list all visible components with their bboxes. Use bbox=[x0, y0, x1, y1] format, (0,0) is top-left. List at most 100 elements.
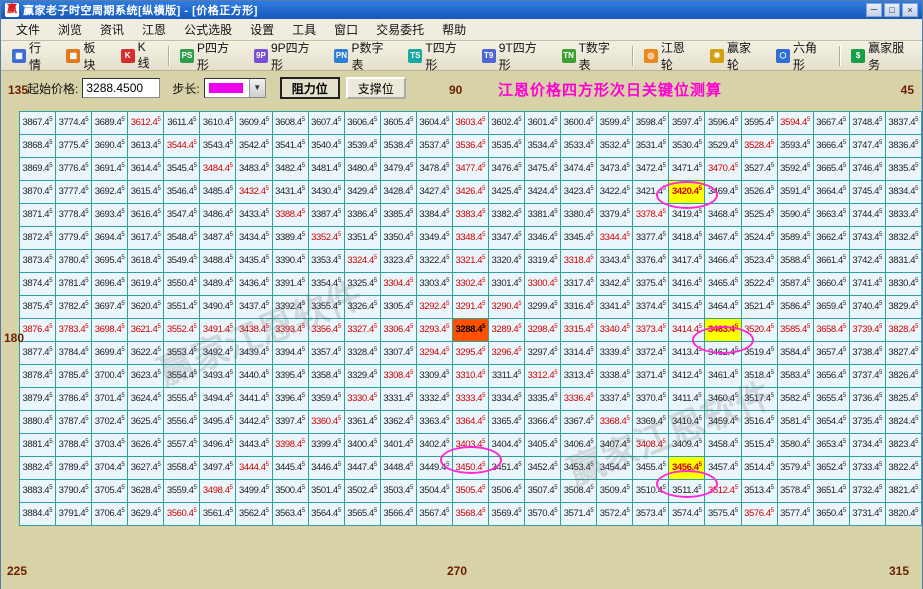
price-cell[interactable]: 3575.45 bbox=[705, 503, 741, 526]
price-cell[interactable]: 3541.45 bbox=[272, 135, 308, 158]
price-cell[interactable]: 3582.45 bbox=[777, 388, 813, 411]
price-cell[interactable]: 3403.45 bbox=[452, 434, 488, 457]
price-cell[interactable]: 3827.45 bbox=[885, 342, 921, 365]
price-cell[interactable]: 3561.45 bbox=[200, 503, 236, 526]
price-cell[interactable]: 3344.45 bbox=[597, 227, 633, 250]
price-cell[interactable]: 3449.45 bbox=[416, 457, 452, 480]
price-cell[interactable]: 3528.45 bbox=[741, 135, 777, 158]
price-cell[interactable]: 3372.45 bbox=[633, 342, 669, 365]
price-cell[interactable]: 3652.45 bbox=[813, 457, 849, 480]
price-cell[interactable]: 3881.45 bbox=[20, 434, 56, 457]
price-cell[interactable]: 3556.45 bbox=[164, 411, 200, 434]
price-cell[interactable]: 3332.45 bbox=[416, 388, 452, 411]
price-cell[interactable]: 3523.45 bbox=[741, 250, 777, 273]
price-cell[interactable]: 3365.45 bbox=[489, 411, 525, 434]
price-cell[interactable]: 3867.45 bbox=[20, 112, 56, 135]
price-cell[interactable]: 3785.45 bbox=[56, 365, 92, 388]
price-cell[interactable]: 3790.45 bbox=[56, 480, 92, 503]
price-cell[interactable]: 3783.45 bbox=[56, 319, 92, 342]
price-cell[interactable]: 3422.45 bbox=[597, 181, 633, 204]
price-cell[interactable]: 3548.45 bbox=[164, 227, 200, 250]
price-cell[interactable]: 3338.45 bbox=[597, 365, 633, 388]
price-cell[interactable]: 3489.45 bbox=[200, 273, 236, 296]
price-cell[interactable]: 3331.45 bbox=[380, 388, 416, 411]
price-cell[interactable]: 3479.45 bbox=[380, 158, 416, 181]
price-cell[interactable]: 3460.45 bbox=[705, 388, 741, 411]
price-cell[interactable]: 3774.45 bbox=[56, 112, 92, 135]
price-cell[interactable]: 3484.45 bbox=[200, 158, 236, 181]
price-cell[interactable]: 3313.45 bbox=[561, 365, 597, 388]
price-cell[interactable]: 3578.45 bbox=[777, 480, 813, 503]
price-cell[interactable]: 3594.45 bbox=[777, 112, 813, 135]
price-cell[interactable]: 3826.45 bbox=[885, 365, 921, 388]
price-cell[interactable]: 3592.45 bbox=[777, 158, 813, 181]
price-cell[interactable]: 3665.45 bbox=[813, 158, 849, 181]
price-cell[interactable]: 3455.45 bbox=[633, 457, 669, 480]
price-cell[interactable]: 3423.45 bbox=[561, 181, 597, 204]
price-cell[interactable]: 3405.45 bbox=[525, 434, 561, 457]
price-cell[interactable]: 3562.45 bbox=[236, 503, 272, 526]
price-cell[interactable]: 3389.45 bbox=[272, 227, 308, 250]
price-cell[interactable]: 3533.45 bbox=[561, 135, 597, 158]
price-cell[interactable]: 3377.45 bbox=[633, 227, 669, 250]
price-cell[interactable]: 3663.45 bbox=[813, 204, 849, 227]
price-cell[interactable]: 3544.45 bbox=[164, 135, 200, 158]
price-cell[interactable]: 3396.45 bbox=[272, 388, 308, 411]
price-cell[interactable]: 3737.45 bbox=[849, 365, 885, 388]
price-cell[interactable]: 3823.45 bbox=[885, 434, 921, 457]
price-cell[interactable]: 3333.45 bbox=[452, 388, 488, 411]
price-cell[interactable]: 3624.45 bbox=[128, 388, 164, 411]
price-cell[interactable]: 3571.45 bbox=[561, 503, 597, 526]
price-cell[interactable]: 3369.45 bbox=[633, 411, 669, 434]
price-cell[interactable]: 3623.45 bbox=[128, 365, 164, 388]
price-cell[interactable]: 3435.45 bbox=[236, 250, 272, 273]
price-cell[interactable]: 3740.45 bbox=[849, 296, 885, 319]
price-cell[interactable]: 3302.45 bbox=[452, 273, 488, 296]
price-cell[interactable]: 3628.45 bbox=[128, 480, 164, 503]
price-cell[interactable]: 3745.45 bbox=[849, 181, 885, 204]
price-cell[interactable]: 3600.45 bbox=[561, 112, 597, 135]
price-cell[interactable]: 3517.45 bbox=[741, 388, 777, 411]
price-cell[interactable]: 3357.45 bbox=[308, 342, 344, 365]
price-cell[interactable]: 3742.45 bbox=[849, 250, 885, 273]
price-cell[interactable]: 3732.45 bbox=[849, 480, 885, 503]
price-cell[interactable]: 3427.45 bbox=[416, 181, 452, 204]
price-cell[interactable]: 3503.45 bbox=[380, 480, 416, 503]
price-cell[interactable]: 3491.45 bbox=[200, 319, 236, 342]
price-cell[interactable]: 3454.45 bbox=[597, 457, 633, 480]
price-cell[interactable]: 3354.45 bbox=[308, 273, 344, 296]
price-cell[interactable]: 3308.45 bbox=[380, 365, 416, 388]
price-cell[interactable]: 3734.45 bbox=[849, 434, 885, 457]
price-cell[interactable]: 3291.45 bbox=[452, 296, 488, 319]
price-cell[interactable]: 3703.45 bbox=[92, 434, 128, 457]
price-cell[interactable]: 3512.45 bbox=[705, 480, 741, 503]
price-cell[interactable]: 3504.45 bbox=[416, 480, 452, 503]
price-cell[interactable]: 3431.45 bbox=[272, 181, 308, 204]
price-cell[interactable]: 3509.45 bbox=[597, 480, 633, 503]
price-cell[interactable]: 3650.45 bbox=[813, 503, 849, 526]
price-cell[interactable]: 3368.45 bbox=[597, 411, 633, 434]
price-cell[interactable]: 3778.45 bbox=[56, 204, 92, 227]
price-cell[interactable]: 3560.45 bbox=[164, 503, 200, 526]
price-cell[interactable]: 3746.45 bbox=[849, 158, 885, 181]
toolbar-item-2[interactable]: KK线 bbox=[114, 36, 164, 75]
price-cell[interactable]: 3660.45 bbox=[813, 273, 849, 296]
price-cell[interactable]: 3733.45 bbox=[849, 457, 885, 480]
price-cell[interactable]: 3492.45 bbox=[200, 342, 236, 365]
price-cell[interactable]: 3411.45 bbox=[669, 388, 705, 411]
price-cell[interactable]: 3789.45 bbox=[56, 457, 92, 480]
price-cell[interactable]: 3323.45 bbox=[380, 250, 416, 273]
price-cell[interactable]: 3462.45 bbox=[705, 342, 741, 365]
price-cell[interactable]: 3485.45 bbox=[200, 181, 236, 204]
price-cell[interactable]: 3608.45 bbox=[272, 112, 308, 135]
price-cell[interactable]: 3593.45 bbox=[777, 135, 813, 158]
price-cell[interactable]: 3625.45 bbox=[128, 411, 164, 434]
price-cell[interactable]: 3464.45 bbox=[705, 296, 741, 319]
price-cell[interactable]: 3495.45 bbox=[200, 411, 236, 434]
price-cell[interactable]: 3301.45 bbox=[489, 273, 525, 296]
price-cell[interactable]: 3520.45 bbox=[741, 319, 777, 342]
price-cell[interactable]: 3304.45 bbox=[380, 273, 416, 296]
price-cell[interactable]: 3607.45 bbox=[308, 112, 344, 135]
price-cell[interactable]: 3415.45 bbox=[669, 296, 705, 319]
price-cell[interactable]: 3440.45 bbox=[236, 365, 272, 388]
